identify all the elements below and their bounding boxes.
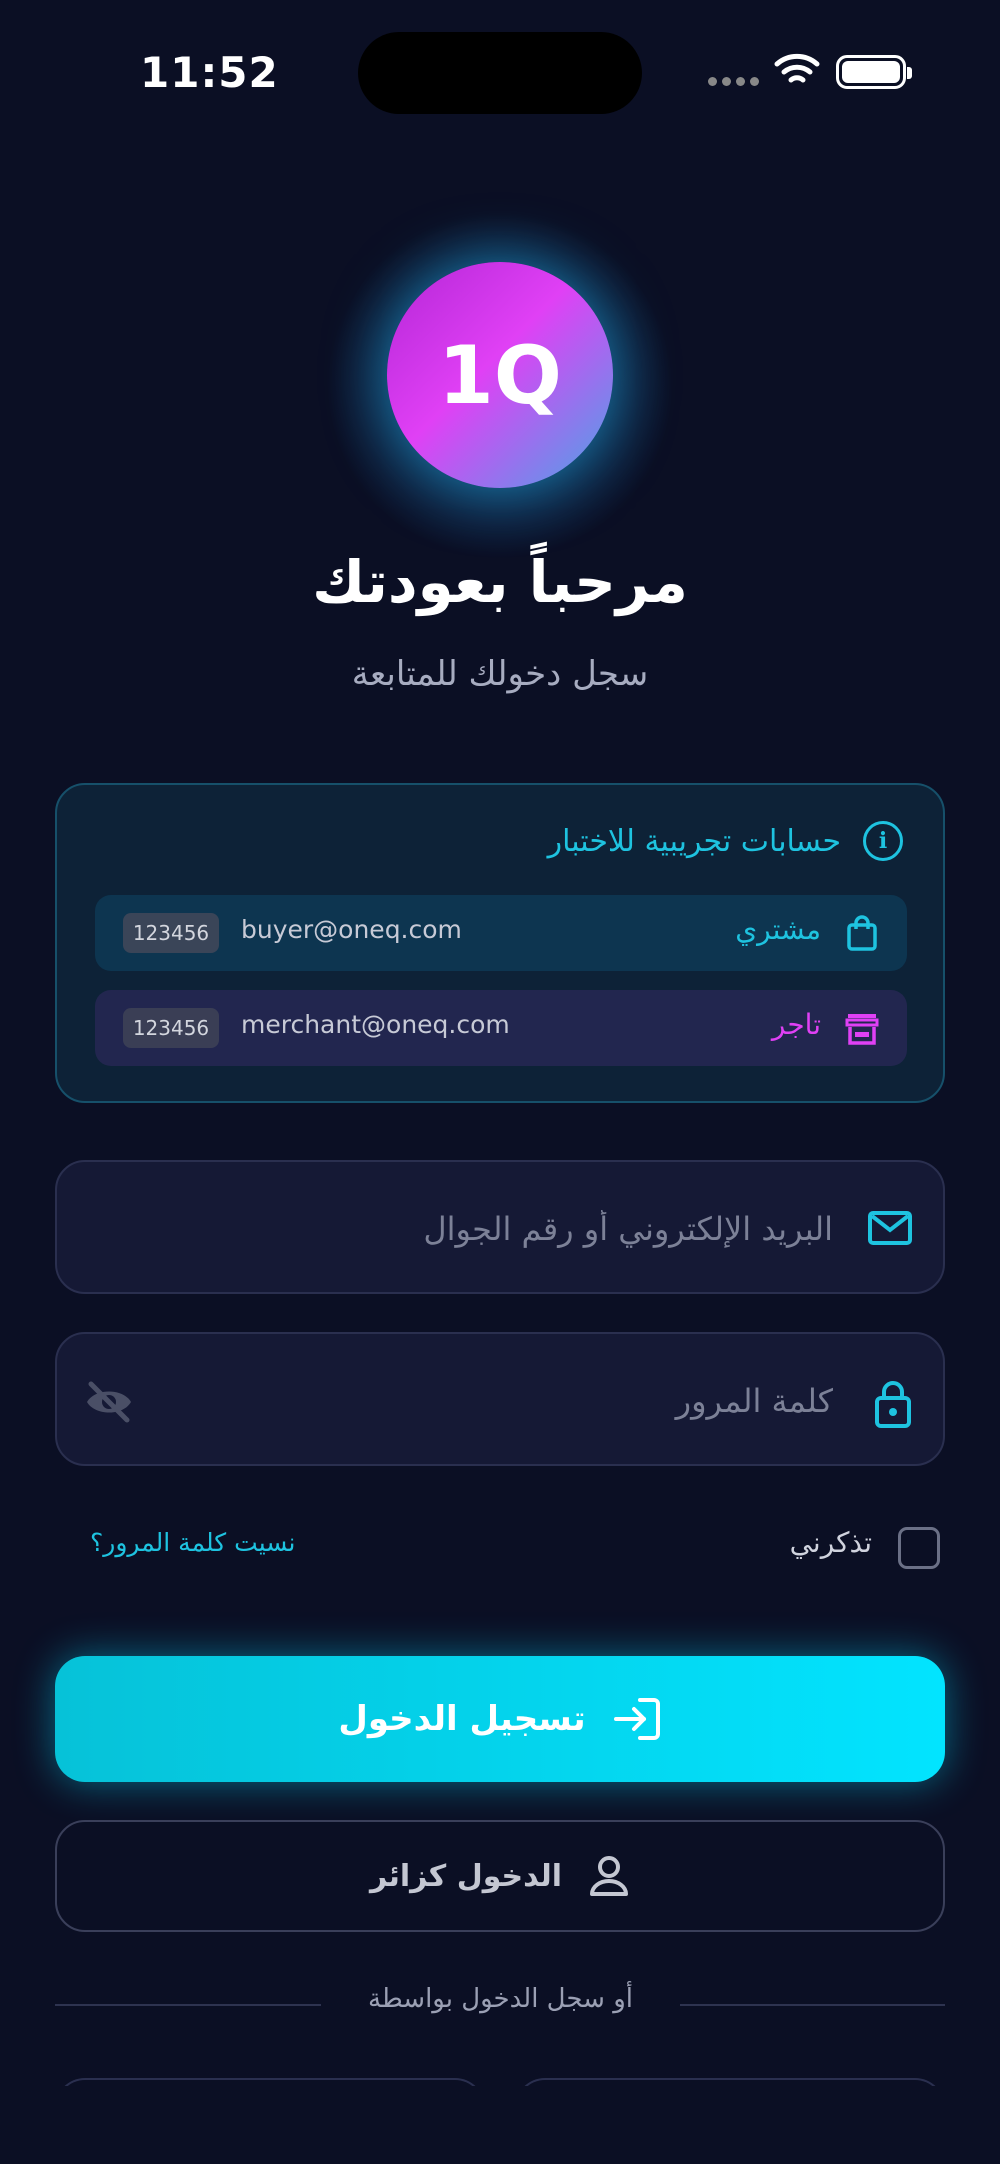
shopping-bag-icon [847,915,877,951]
signal-icon [708,77,759,86]
demo-account-buyer[interactable]: 123456 buyer@oneq.com مشتري [95,895,907,971]
forgot-password-link[interactable]: نسيت كلمة المرور؟ [90,1528,296,1557]
login-button-label: تسجيل الدخول [338,1699,586,1739]
demo-account-merchant[interactable]: 123456 merchant@oneq.com تاجر [95,990,907,1066]
demo-accounts-title: حسابات تجريبية للاختبار [547,823,841,859]
divider-line-right [680,2004,945,2006]
login-icon [613,1698,660,1740]
user-icon [590,1856,629,1896]
remember-me-checkbox[interactable] [898,1527,940,1569]
demo-account-role: مشتري [735,913,821,946]
mail-icon [868,1211,912,1245]
demo-password-badge: 123456 [123,913,219,953]
email-field [55,1160,945,1294]
page-subtitle: سجل دخولك للمتابعة [351,654,649,694]
demo-account-email: merchant@oneq.com [241,1010,510,1039]
demo-password-badge: 123456 [123,1008,219,1048]
page-title: مرحباً بعودتك [312,548,688,616]
divider-text: أو سجل الدخول بواسطة [368,1984,633,2014]
email-input[interactable] [97,1202,833,1256]
demo-accounts-card: i حسابات تجريبية للاختبار 123456 buyer@o… [55,783,945,1103]
guest-button-label: الدخول كزائر [369,1858,563,1894]
app-logo: 1Q [387,262,613,488]
info-icon: i [863,821,903,861]
bottom-fade [0,2086,1000,2164]
password-field [55,1332,945,1466]
dynamic-island [358,32,642,114]
battery-icon [836,55,912,89]
divider-line-left [55,2004,321,2006]
demo-account-email: buyer@oneq.com [241,915,462,944]
password-input[interactable] [177,1374,833,1428]
demo-accounts-header: i حسابات تجريبية للاختبار [548,821,903,861]
lock-icon [875,1381,911,1428]
wifi-icon [774,53,820,83]
eye-off-icon[interactable] [83,1380,135,1424]
guest-login-button[interactable]: الدخول كزائر [55,1820,945,1932]
demo-account-role: تاجر [771,1008,821,1041]
login-button[interactable]: تسجيل الدخول [55,1656,945,1782]
status-time: 11:52 [140,48,279,97]
remember-me-label: تذكرني [789,1526,872,1559]
store-icon [845,1014,879,1045]
